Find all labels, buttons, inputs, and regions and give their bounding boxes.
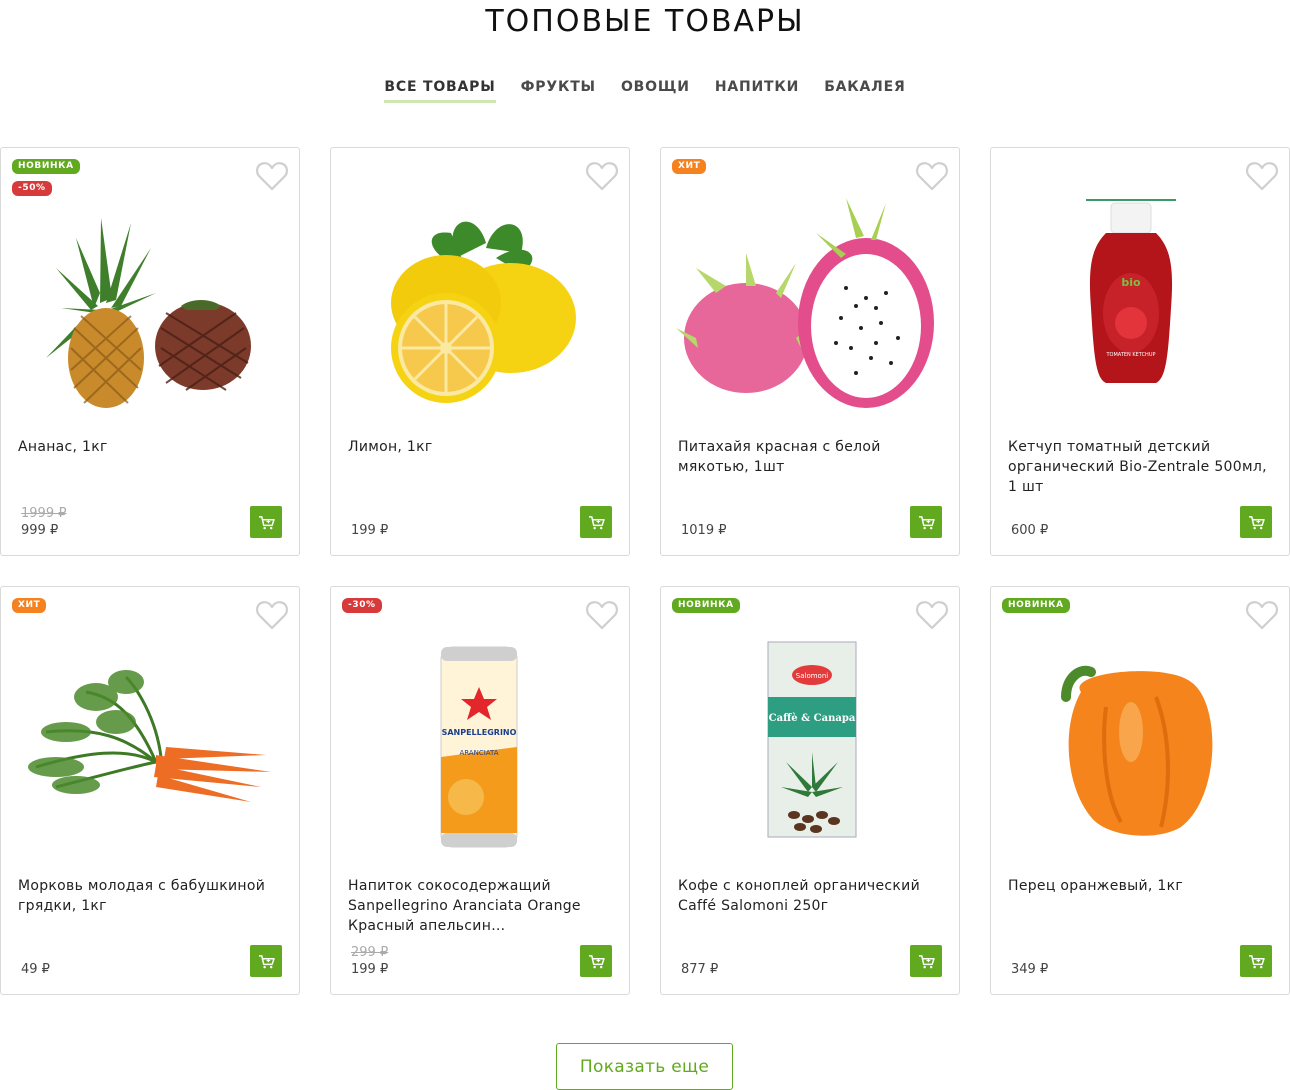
page-title: ТОПОВЫЕ ТОВАРЫ bbox=[485, 4, 805, 39]
add-to-cart-button[interactable] bbox=[1240, 945, 1272, 977]
product-card-pitahaya[interactable]: ХИТ Питахайя красная с белой мякотью, 1ш… bbox=[660, 147, 960, 556]
show-more-button[interactable]: Показать еще bbox=[556, 1043, 733, 1090]
product-card-carrot[interactable]: ХИТ Морковь молодая с бабушкиной грядки,… bbox=[0, 586, 300, 995]
badge-group: ХИТ bbox=[12, 598, 47, 620]
price: 999 ₽ bbox=[21, 523, 59, 538]
product-badge: ХИТ bbox=[672, 159, 707, 174]
add-to-cart-button[interactable] bbox=[580, 945, 612, 977]
old-price: 1999 ₽ bbox=[21, 506, 67, 521]
cart-icon bbox=[258, 515, 275, 529]
badge-group: НОВИНКА bbox=[1002, 598, 1070, 620]
product-name[interactable]: Питахайя красная с белой мякотью, 1шт bbox=[678, 437, 940, 477]
cart-icon bbox=[588, 515, 605, 529]
cart-icon bbox=[1248, 515, 1265, 529]
product-image-pepper[interactable] bbox=[1006, 637, 1274, 857]
product-card-ketchup[interactable]: bio TOMATEN KETCHUP Кетчуп томатный детс… bbox=[990, 147, 1290, 556]
heart-icon[interactable] bbox=[585, 599, 619, 631]
heart-icon[interactable] bbox=[255, 160, 289, 192]
product-card-sanpellegrino[interactable]: -30% SANPELLEGRINO ARANCIATA Напиток сок… bbox=[330, 586, 630, 995]
tab-vegetables[interactable]: ОВОЩИ bbox=[621, 79, 690, 103]
tab-all[interactable]: ВСЕ ТОВАРЫ bbox=[384, 79, 496, 103]
add-to-cart-button[interactable] bbox=[910, 945, 942, 977]
coffee-title-label: Caffè & Canapa bbox=[769, 713, 856, 724]
add-to-cart-button[interactable] bbox=[250, 945, 282, 977]
heart-icon[interactable] bbox=[1245, 599, 1279, 631]
coffee-brand-label: Salomoni bbox=[796, 672, 828, 680]
product-image-lemon[interactable] bbox=[346, 198, 614, 418]
product-badge: НОВИНКА bbox=[12, 159, 80, 174]
add-to-cart-button[interactable] bbox=[580, 506, 612, 538]
add-to-cart-button[interactable] bbox=[250, 506, 282, 538]
price: 349 ₽ bbox=[1011, 962, 1049, 977]
price: 199 ₽ bbox=[351, 962, 389, 977]
cart-icon bbox=[588, 954, 605, 968]
old-price: 299 ₽ bbox=[351, 945, 389, 960]
category-tabs: ВСЕ ТОВАРЫ ФРУКТЫ ОВОЩИ НАПИТКИ БАКАЛЕЯ bbox=[0, 76, 1290, 103]
product-name[interactable]: Ананас, 1кг bbox=[18, 437, 280, 457]
product-name[interactable]: Кофе с коноплей органический Caffé Salom… bbox=[678, 876, 940, 916]
price: 877 ₽ bbox=[681, 962, 719, 977]
cart-icon bbox=[1248, 954, 1265, 968]
product-image-coffee[interactable]: Salomoni Caffè & Canapa bbox=[676, 637, 944, 857]
cart-icon bbox=[918, 515, 935, 529]
product-name[interactable]: Напиток сокосодержащий Sanpellegrino Ara… bbox=[348, 876, 610, 936]
product-card-pineapple[interactable]: НОВИНКА -50% Ананас, 1кг 1999 ₽ 999 ₽ bbox=[0, 147, 300, 556]
ketchup-brand-label: bio bbox=[1121, 276, 1141, 289]
tab-fruits[interactable]: ФРУКТЫ bbox=[521, 79, 596, 103]
add-to-cart-button[interactable] bbox=[910, 506, 942, 538]
ketchup-product-label: TOMATEN KETCHUP bbox=[1105, 352, 1155, 358]
add-to-cart-button[interactable] bbox=[1240, 506, 1272, 538]
price: 49 ₽ bbox=[21, 962, 50, 977]
product-badge: -50% bbox=[12, 181, 52, 196]
heart-icon[interactable] bbox=[585, 160, 619, 192]
heart-icon[interactable] bbox=[915, 599, 949, 631]
product-card-pepper[interactable]: НОВИНКА Перец оранжевый, 1кг 349 ₽ bbox=[990, 586, 1290, 995]
badge-group: ХИТ bbox=[672, 159, 707, 181]
product-name[interactable]: Кетчуп томатный детский органический Bio… bbox=[1008, 437, 1270, 497]
product-name[interactable]: Перец оранжевый, 1кг bbox=[1008, 876, 1270, 896]
tab-drinks[interactable]: НАПИТКИ bbox=[715, 79, 799, 103]
product-card-coffee[interactable]: НОВИНКА Salomoni Caffè & Canapa Кофе с к… bbox=[660, 586, 960, 995]
product-badge: ХИТ bbox=[12, 598, 47, 613]
product-image-sanpellegrino[interactable]: SANPELLEGRINO ARANCIATA bbox=[346, 637, 614, 857]
heart-icon[interactable] bbox=[1245, 160, 1279, 192]
heart-icon[interactable] bbox=[255, 599, 289, 631]
product-image-ketchup[interactable]: bio TOMATEN KETCHUP bbox=[1006, 198, 1274, 418]
badge-group: НОВИНКА -50% bbox=[12, 159, 80, 203]
price: 600 ₽ bbox=[1011, 523, 1049, 538]
cart-icon bbox=[918, 954, 935, 968]
tab-grocery[interactable]: БАКАЛЕЯ bbox=[824, 79, 905, 103]
product-badge: НОВИНКА bbox=[1002, 598, 1070, 613]
product-name[interactable]: Лимон, 1кг bbox=[348, 437, 610, 457]
price: 199 ₽ bbox=[351, 523, 389, 538]
product-name[interactable]: Морковь молодая с бабушкиной грядки, 1кг bbox=[18, 876, 280, 916]
product-badge: НОВИНКА bbox=[672, 598, 740, 613]
heart-icon[interactable] bbox=[915, 160, 949, 192]
product-image-pineapple[interactable] bbox=[16, 198, 284, 418]
product-image-pitahaya[interactable] bbox=[676, 198, 944, 418]
can-brand-label: SANPELLEGRINO bbox=[442, 728, 517, 737]
product-image-carrot[interactable] bbox=[16, 637, 284, 857]
badge-group: -30% bbox=[342, 598, 382, 620]
product-badge: -30% bbox=[342, 598, 382, 613]
price: 1019 ₽ bbox=[681, 523, 727, 538]
product-card-lemon[interactable]: Лимон, 1кг 199 ₽ bbox=[330, 147, 630, 556]
can-flavor-label: ARANCIATA bbox=[459, 749, 498, 757]
cart-icon bbox=[258, 954, 275, 968]
badge-group: НОВИНКА bbox=[672, 598, 740, 620]
